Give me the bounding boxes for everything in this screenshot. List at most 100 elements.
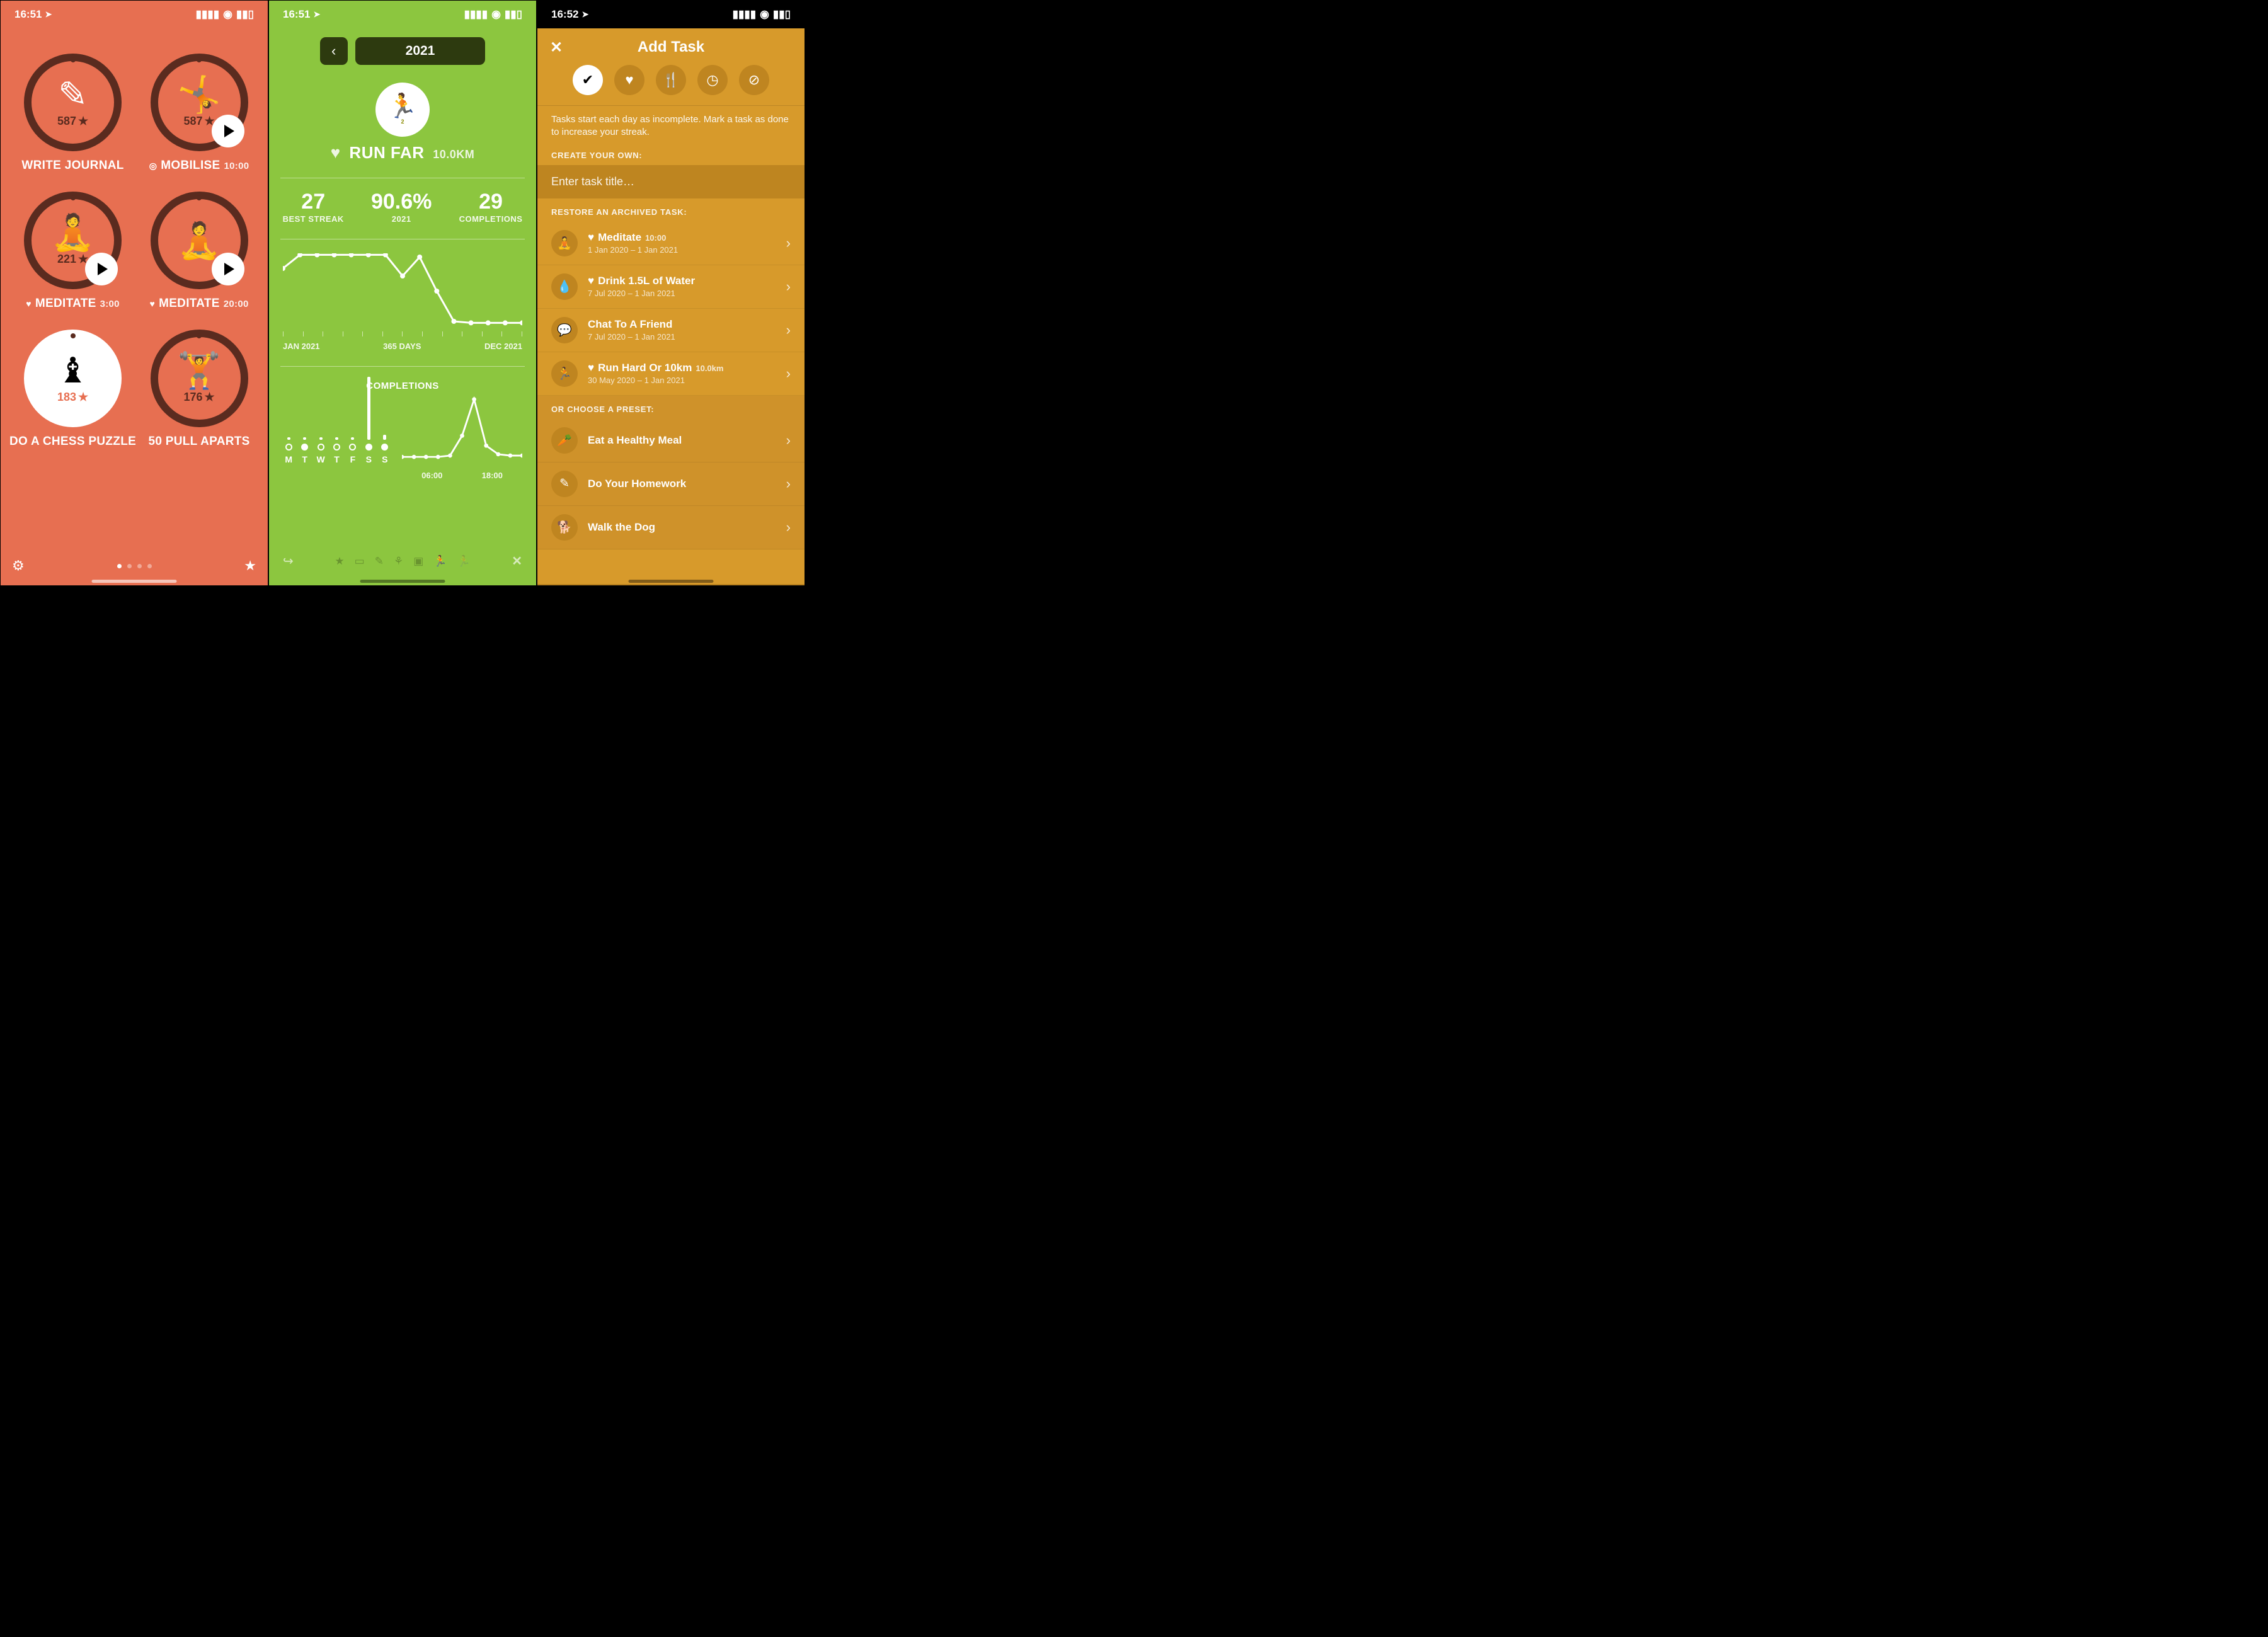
row-title: Chat To A Friend	[588, 318, 776, 331]
camera-filter-icon: ▣	[413, 555, 423, 568]
settings-icon[interactable]: ⚙	[12, 558, 25, 574]
wifi-icon: ◉	[491, 8, 501, 21]
archived-row-3[interactable]: 🏃♥Run Hard Or 10km10.0km30 May 2020 – 1 …	[537, 352, 805, 396]
task-5[interactable]: 🏋176 50 PULL APARTS	[139, 330, 259, 449]
task-ring[interactable]: 🧘221	[24, 192, 122, 289]
battery-icon: ▮▮▯	[505, 8, 522, 21]
archived-row-1[interactable]: 💧♥Drink 1.5L of Water7 Jul 2020 – 1 Jan …	[537, 265, 805, 309]
play-button[interactable]	[85, 253, 118, 285]
task-ring[interactable]: 🤸 587	[151, 54, 248, 151]
share-icon[interactable]: ↪	[283, 553, 294, 569]
year-selector[interactable]: 2021	[355, 37, 486, 65]
preset-label: OR CHOOSE A PRESET:	[537, 396, 805, 419]
task-icon: 🤸	[177, 77, 221, 112]
runner-icon: 🏃	[387, 95, 417, 118]
row-subtitle: 7 Jul 2020 – 1 Jan 2021	[588, 289, 776, 298]
type-timer[interactable]: ◷	[697, 65, 728, 95]
home-indicator	[360, 580, 445, 583]
week-bar	[351, 437, 354, 440]
chevron-right-icon: ›	[786, 235, 791, 251]
task-3[interactable]: 🧘♥MEDITATE20:00	[139, 192, 259, 311]
play-button[interactable]	[212, 115, 244, 147]
time-line-chart	[402, 391, 522, 467]
range-mid: 365 DAYS	[383, 342, 421, 351]
play-button[interactable]	[212, 253, 244, 285]
task-label: ♥MEDITATE3:00	[26, 297, 120, 311]
task-icon: 🧘	[177, 223, 221, 258]
signal-icon: ▮▮▮▮	[464, 8, 488, 21]
streak-line-chart	[283, 253, 522, 329]
bottom-bar: ⚙ ★	[1, 558, 268, 574]
home-indicator	[629, 580, 714, 583]
row-title: Walk the Dog	[588, 521, 776, 534]
task-ring[interactable]: 🧘	[151, 192, 248, 289]
time-label-2: 18:00	[482, 471, 503, 480]
close-icon[interactable]: ✕	[512, 553, 522, 569]
back-button[interactable]: ‹	[320, 37, 348, 65]
type-check[interactable]: ✔	[573, 65, 603, 95]
filter-icons[interactable]: ★ ▭ ✎ ⚘ ▣ 🏃 🏃	[335, 555, 470, 568]
streak-count: 587	[183, 115, 214, 128]
task-ring[interactable]: ♝183	[24, 330, 122, 427]
completions-value: 29	[459, 190, 523, 214]
week-label: S	[382, 454, 387, 464]
row-icon: 🏃	[551, 360, 578, 387]
preset-row-1[interactable]: ✎Do Your Homework›	[537, 462, 805, 506]
type-ban[interactable]: ⊘	[739, 65, 769, 95]
status-bar: 16:51 ➤ ▮▮▮▮ ◉ ▮▮▯	[1, 1, 268, 28]
row-icon: 💧	[551, 273, 578, 300]
type-heart[interactable]: ♥	[614, 65, 644, 95]
restore-label: RESTORE AN ARCHIVED TASK:	[537, 198, 805, 222]
preset-row-0[interactable]: 🥕Eat a Healthy Meal›	[537, 419, 805, 462]
task-1[interactable]: 🤸587 ◎MOBILISE10:00	[139, 54, 259, 173]
task-distance: 10.0KM	[433, 148, 474, 161]
page-indicator[interactable]	[117, 564, 152, 568]
week-bar	[367, 377, 370, 440]
clock: 16:51	[283, 8, 310, 21]
completions-section: COMPLETIONS MTWTFSS 06:00 18:00	[283, 381, 522, 480]
clock: 16:51	[14, 8, 42, 21]
time-label-1: 06:00	[421, 471, 442, 480]
task-icon: ✎	[58, 77, 88, 112]
tasks-screen: 16:51 ➤ ▮▮▮▮ ◉ ▮▮▯ ✎587 WRITE JOURNAL 🤸 58…	[0, 0, 268, 586]
streak-count: 221	[57, 253, 88, 266]
chevron-right-icon: ›	[786, 365, 791, 382]
archived-row-2[interactable]: 💬Chat To A Friend7 Jul 2020 – 1 Jan 2021…	[537, 309, 805, 352]
row-icon: 💬	[551, 317, 578, 343]
stats-bottom-bar: ↪ ★ ▭ ✎ ⚘ ▣ 🏃 🏃 ✕	[269, 553, 536, 569]
run-filter-icon: 🏃	[433, 555, 447, 568]
wifi-icon: ◉	[223, 8, 232, 21]
task-title-input[interactable]: Enter task title…	[537, 165, 805, 198]
task-ring[interactable]: 🏋176	[151, 330, 248, 427]
task-0[interactable]: ✎587 WRITE JOURNAL	[9, 54, 136, 173]
run2-filter-icon: 🏃	[457, 555, 470, 568]
week-label: F	[350, 454, 356, 464]
task-name: RUN FAR	[349, 143, 424, 162]
week-dot	[365, 444, 372, 451]
close-button[interactable]: ✕	[550, 38, 563, 57]
preset-row-2[interactable]: 🐕Walk the Dog›	[537, 506, 805, 549]
streak-count: 183	[57, 391, 88, 404]
best-streak-value: 27	[283, 190, 344, 214]
star-icon[interactable]: ★	[244, 558, 256, 574]
week-label: W	[316, 454, 324, 464]
task-label: DO A CHESS PUZZLE	[9, 435, 136, 449]
task-2[interactable]: 🧘221 ♥MEDITATE3:00	[9, 192, 136, 311]
row-title: ♥Run Hard Or 10km10.0km	[588, 362, 776, 374]
row-title: Eat a Healthy Meal	[588, 434, 776, 447]
week-dot	[301, 444, 308, 451]
task-ring[interactable]: ✎587	[24, 54, 122, 151]
type-food[interactable]: 🍴	[656, 65, 686, 95]
chevron-right-icon: ›	[786, 432, 791, 449]
stats-summary: 27 BEST STREAK 90.6% 2021 29 COMPLETIONS	[269, 190, 536, 224]
status-bar: 16:52 ➤ ▮▮▮▮ ◉ ▮▮▯	[537, 1, 805, 28]
archived-row-0[interactable]: 🧘♥Meditate10:001 Jan 2020 – 1 Jan 2021›	[537, 222, 805, 265]
task-4[interactable]: ♝183 DO A CHESS PUZZLE	[9, 330, 136, 449]
wifi-icon: ◉	[760, 8, 769, 21]
page-title: Add Task	[638, 38, 704, 56]
task-label: 50 PULL APARTS	[148, 435, 249, 449]
week-bar	[303, 437, 306, 440]
row-icon: ✎	[551, 471, 578, 497]
best-streak-label: BEST STREAK	[283, 214, 344, 224]
task-label: WRITE JOURNAL	[21, 159, 123, 173]
